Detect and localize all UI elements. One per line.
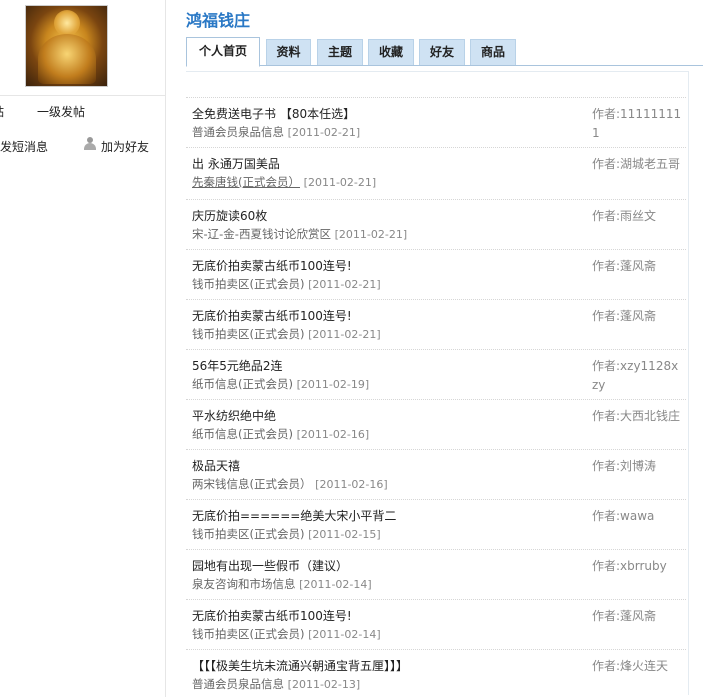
item-source[interactable]: 纸币信息(正式会员) — [192, 377, 293, 391]
item-date: [2011-02-21] — [334, 228, 408, 241]
item-meta: 普通会员泉品信息 [2011-02-13] — [192, 676, 360, 692]
avatar-figure — [38, 34, 96, 84]
tab-home[interactable]: 个人首页 — [186, 37, 260, 67]
post-count-prefix: 贴 — [0, 103, 4, 120]
item-date: [2011-02-16] — [315, 478, 388, 491]
item-source[interactable]: 纸币信息(正式会员) — [192, 427, 293, 441]
item-meta: 钱币拍卖区(正式会员) [2011-02-21] — [192, 326, 381, 342]
send-message-link[interactable]: 发短消息 — [0, 138, 48, 155]
avatar[interactable] — [25, 5, 108, 87]
item-meta: 纸币信息(正式会员) [2011-02-19] — [192, 376, 369, 392]
sidebar: 贴 一级发帖 发短消息 加为好友 — [0, 0, 166, 697]
list-item[interactable]: 平水纺织绝中绝 纸币信息(正式会员) [2011-02-16] 作者:大西北钱庄 — [186, 399, 686, 449]
item-author[interactable]: 作者:蓬风斋 — [592, 307, 684, 326]
item-title[interactable]: 庆历旋读60枚 — [192, 207, 267, 224]
item-date: [2011-02-14] — [299, 578, 372, 591]
item-source[interactable]: 普通会员泉品信息 — [192, 125, 284, 139]
list-item[interactable]: 无底价拍卖蒙古纸币100连号! 钱币拍卖区(正式会员) [2011-02-21]… — [186, 299, 686, 349]
item-author[interactable]: 作者:wawa — [592, 507, 684, 526]
item-title[interactable]: 平水纺织绝中绝 — [192, 407, 276, 424]
list-item[interactable]: 庆历旋读60枚 宋-辽-金-西夏钱讨论欣赏区 [2011-02-21] 作者:雨… — [186, 199, 686, 249]
item-meta: 泉友咨询和市场信息 [2011-02-14] — [192, 576, 372, 592]
item-author[interactable]: 作者:刘博涛 — [592, 457, 684, 476]
item-source[interactable]: 泉友咨询和市场信息 — [192, 577, 296, 591]
item-meta: 宋-辽-金-西夏钱讨论欣赏区 [2011-02-21] — [192, 226, 407, 242]
add-friend-link[interactable]: 加为好友 — [101, 138, 149, 155]
tab-favorites[interactable]: 收藏 — [368, 39, 414, 65]
item-source[interactable]: 钱币拍卖区(正式会员) — [192, 327, 304, 341]
item-source[interactable]: 两宋钱信息(正式会员） — [192, 477, 312, 491]
list-item[interactable]: 极品天禧 两宋钱信息(正式会员） [2011-02-16] 作者:刘博涛 — [186, 449, 686, 499]
item-meta: 钱币拍卖区(正式会员) [2011-02-21] — [192, 276, 381, 292]
list-item[interactable]: 无底价拍======绝美大宋小平背二 钱币拍卖区(正式会员) [2011-02-… — [186, 499, 686, 549]
item-meta: 先秦唐钱(正式会员） [2011-02-21] — [192, 174, 376, 190]
person-icon — [84, 137, 96, 151]
list-item[interactable]: 无底价拍卖蒙古纸币100连号! 钱币拍卖区(正式会员) [2011-02-21]… — [186, 249, 686, 299]
item-meta: 两宋钱信息(正式会员） [2011-02-16] — [192, 476, 388, 492]
avatar-halo — [54, 10, 80, 36]
list-item[interactable]: 56年5元绝品2连 纸币信息(正式会员) [2011-02-19] 作者:xzy… — [186, 349, 686, 399]
list-item[interactable]: 全免费送电子书 【80本任选】 普通会员泉品信息 [2011-02-21] 作者… — [186, 97, 686, 147]
tab-topics[interactable]: 主题 — [317, 39, 363, 65]
tab-goods[interactable]: 商品 — [470, 39, 516, 65]
item-date: [2011-02-21] — [308, 278, 381, 291]
item-author[interactable]: 作者:湖城老五哥 — [592, 155, 684, 174]
content-right-rule — [688, 71, 689, 695]
item-author[interactable]: 作者:雨丝文 — [592, 207, 684, 226]
item-date: [2011-02-21] — [308, 328, 381, 341]
item-source[interactable]: 宋-辽-金-西夏钱讨论欣赏区 — [192, 227, 331, 241]
content-top-rule — [186, 71, 689, 72]
item-title[interactable]: 无底价拍卖蒙古纸币100连号! — [192, 307, 352, 324]
item-author[interactable]: 作者:蓬风斋 — [592, 257, 684, 276]
item-source[interactable]: 普通会员泉品信息 — [192, 677, 284, 691]
item-author[interactable]: 作者:xbrruby — [592, 557, 684, 576]
list-item[interactable]: 无底价拍卖蒙古纸币100连号! 钱币拍卖区(正式会员) [2011-02-14]… — [186, 599, 686, 649]
tab-profile[interactable]: 资料 — [266, 39, 311, 65]
item-author[interactable]: 作者:111111111 — [592, 105, 684, 143]
item-date: [2011-02-16] — [296, 428, 370, 441]
first-post-label[interactable]: 一级发帖 — [37, 103, 85, 120]
item-meta: 纸币信息(正式会员) [2011-02-16] — [192, 426, 369, 442]
item-source[interactable]: 钱币拍卖区(正式会员) — [192, 277, 304, 291]
list-item[interactable]: 出 永通万国美品 先秦唐钱(正式会员） [2011-02-21] 作者:湖城老五… — [186, 147, 686, 199]
item-date: [2011-02-21] — [303, 176, 377, 189]
item-title[interactable]: 无底价拍卖蒙古纸币100连号! — [192, 257, 352, 274]
item-author[interactable]: 作者:烽火连天 — [592, 657, 684, 676]
item-title[interactable]: 园地有出现一些假币（建议） — [192, 557, 348, 574]
item-title[interactable]: 【【【极美生坑未流通兴朝通宝背五厘】】】 — [192, 657, 408, 674]
item-meta: 钱币拍卖区(正式会员) [2011-02-14] — [192, 626, 381, 642]
page-title[interactable]: 鸿福钱庄 — [186, 7, 250, 31]
item-author[interactable]: 作者:xzy1128xzy — [592, 357, 684, 395]
item-title[interactable]: 56年5元绝品2连 — [192, 357, 283, 374]
item-author[interactable]: 作者:大西北钱庄 — [592, 407, 684, 426]
item-title[interactable]: 无底价拍卖蒙古纸币100连号! — [192, 607, 352, 624]
list-item[interactable]: 园地有出现一些假币（建议） 泉友咨询和市场信息 [2011-02-14] 作者:… — [186, 549, 686, 599]
item-meta: 钱币拍卖区(正式会员) [2011-02-15] — [192, 526, 381, 542]
item-source[interactable]: 钱币拍卖区(正式会员) — [192, 627, 304, 641]
tab-friends[interactable]: 好友 — [419, 39, 465, 65]
item-date: [2011-02-21] — [287, 126, 361, 139]
item-source[interactable]: 钱币拍卖区(正式会员) — [192, 527, 304, 541]
item-author[interactable]: 作者:蓬风斋 — [592, 607, 684, 626]
item-date: [2011-02-14] — [308, 628, 381, 641]
item-title[interactable]: 全免费送电子书 【80本任选】 — [192, 105, 355, 122]
item-meta: 普通会员泉品信息 [2011-02-21] — [192, 124, 360, 140]
tab-underline — [186, 65, 703, 66]
item-date: [2011-02-15] — [308, 528, 381, 541]
item-title[interactable]: 出 永通万国美品 — [192, 155, 280, 172]
item-title[interactable]: 无底价拍======绝美大宋小平背二 — [192, 507, 396, 524]
item-date: [2011-02-19] — [296, 378, 370, 391]
item-date: [2011-02-13] — [287, 678, 361, 691]
list-item[interactable]: 【【【极美生坑未流通兴朝通宝背五厘】】】 普通会员泉品信息 [2011-02-1… — [186, 649, 686, 698]
item-source[interactable]: 先秦唐钱(正式会员） — [192, 175, 300, 189]
item-title[interactable]: 极品天禧 — [192, 457, 240, 474]
